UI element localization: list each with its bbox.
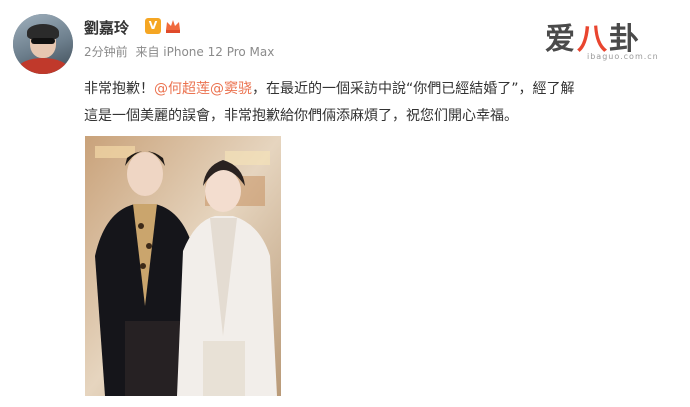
post-text-intro: 非常抱歉！ (84, 81, 154, 97)
post-text-line1-rest: ，在最近的一個采訪中說“你們已經結婚了”，經了解 (252, 81, 575, 97)
watermark-logo: 爱八卦 ibaguo.com.cn (545, 14, 675, 66)
logo-char-1: 爱 (545, 22, 577, 57)
avatar-sunglasses (31, 38, 55, 44)
verified-badge-icon: V (145, 18, 161, 34)
mention-link-1[interactable]: @何超莲 (154, 81, 210, 97)
post-text-line2: 這是一個美麗的誤會，非常抱歉給你們倆添麻煩了，祝您们開心幸福。 (84, 108, 518, 124)
post-text: 非常抱歉！@何超莲@窦骁，在最近的一個采訪中說“你們已經結婚了”，經了解 這是一… (84, 76, 674, 130)
username[interactable]: 劉嘉玲 (84, 17, 129, 38)
post-timestamp[interactable]: 2分钟前 (84, 45, 128, 59)
mention-link-2[interactable]: @窦骁 (210, 81, 252, 97)
avatar[interactable] (13, 14, 73, 74)
post-source: 来自 iPhone 12 Pro Max (135, 45, 275, 59)
logo-url: ibaguo.com.cn (587, 52, 659, 61)
post-photo[interactable] (85, 136, 281, 396)
post-meta: 2分钟前 来自 iPhone 12 Pro Max (84, 43, 278, 60)
crown-icon (166, 20, 180, 33)
